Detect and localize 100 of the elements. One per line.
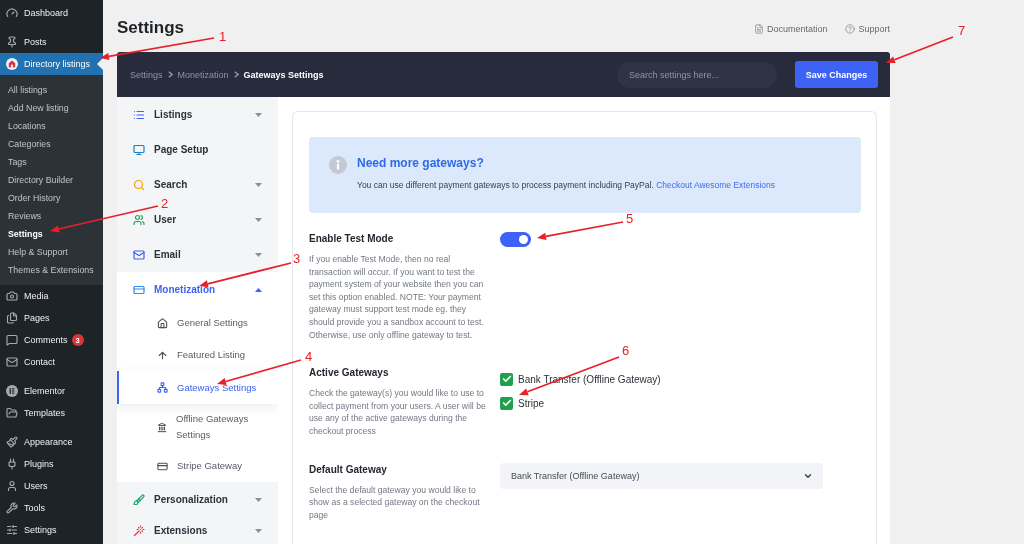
info-icon	[329, 156, 347, 174]
submenu-item[interactable]: Settings	[0, 225, 103, 243]
sliders-icon	[6, 524, 18, 536]
menu-item[interactable]: Dashboard	[0, 2, 103, 24]
annotation-number: 2	[161, 198, 169, 209]
speech-bubble-icon	[6, 334, 18, 346]
annotation-number: 4	[305, 351, 313, 362]
wand-icon	[133, 524, 145, 537]
wrench-icon	[6, 502, 18, 514]
check-icon	[501, 398, 512, 409]
user-icon	[6, 480, 18, 492]
search-icon	[133, 178, 145, 191]
field-label: Enable Test Mode	[309, 232, 395, 246]
nav-item[interactable]: User	[133, 212, 262, 227]
page-title: Settings	[117, 18, 185, 38]
notice-text: You can use different payment gateways to process payment including PayPal. Checkout Awesome Extensions	[357, 179, 776, 191]
extensions-link[interactable]: Checkout Awesome Extensions	[656, 180, 776, 190]
submenu-item[interactable]: All listings	[0, 81, 103, 99]
submenu-item[interactable]: Reviews	[0, 207, 103, 225]
field-description: Check the gateway(s) you would like to use to collect payment from your users. A user will be use any of the active gateways during the checkout process	[309, 387, 487, 438]
menu-item[interactable]: Contact	[0, 351, 103, 373]
network-icon	[157, 382, 168, 393]
pages-icon	[6, 312, 18, 324]
check-icon	[501, 374, 512, 385]
monitor-icon	[133, 143, 145, 156]
plug-icon	[6, 458, 18, 470]
envelope-icon	[133, 248, 145, 261]
annotation-number: 7	[958, 25, 966, 36]
nav-item[interactable]: Extensions	[133, 523, 262, 538]
nav-subitem[interactable]: General Settings	[117, 307, 278, 339]
breadcrumb-link[interactable]: Gateways Settings	[243, 69, 324, 80]
envelope-icon	[6, 356, 18, 368]
arrow-up-icon	[157, 349, 168, 361]
menu-item[interactable]: Plugins	[0, 453, 103, 475]
nav-item[interactable]: Monetization	[133, 282, 262, 297]
nav-subitem[interactable]: Stripe Gateway	[117, 450, 278, 482]
nav-subitem[interactable]: Featured Listing	[117, 339, 278, 371]
chevron-right-icon	[167, 71, 173, 78]
field-label: Default Gateway	[309, 462, 388, 477]
nav-subitem[interactable]: Gateways Settings	[117, 371, 278, 404]
breadcrumb-link[interactable]: Monetization	[177, 69, 229, 80]
bank-icon	[157, 421, 167, 433]
menu-item[interactable]: Elementor	[0, 380, 103, 402]
gauge-icon	[6, 7, 18, 19]
document-icon	[753, 24, 764, 34]
save-button[interactable]: Save Changes	[795, 61, 878, 88]
header-link[interactable]: Support	[845, 24, 890, 34]
folder-icon	[6, 407, 18, 419]
submenu-item[interactable]: Categories	[0, 135, 103, 153]
submenu-item[interactable]: Directory Builder	[0, 171, 103, 189]
camera-icon	[6, 290, 18, 302]
checkbox[interactable]	[500, 372, 513, 386]
nav-subitem[interactable]: Offline Gateways Settings	[117, 404, 278, 450]
nav-item[interactable]: Email	[133, 247, 262, 262]
notice-title: Need more gateways?	[357, 156, 485, 170]
menu-item[interactable]: Users	[0, 475, 103, 497]
paintbrush-icon	[6, 436, 18, 448]
house-disc-icon	[6, 58, 18, 70]
users-icon	[133, 213, 145, 226]
annotation-number: 5	[626, 213, 634, 224]
submenu-item[interactable]: Help & Support	[0, 243, 103, 261]
field-description: Select the default gateway you would like to show as a selected gateway on the checkout page	[309, 483, 481, 522]
annotation-number: 6	[622, 345, 630, 356]
circle-bars-icon	[6, 385, 18, 397]
help-icon	[845, 24, 856, 34]
menu-item[interactable]: Appearance	[0, 431, 103, 453]
menu-item[interactable]: Templates	[0, 402, 103, 424]
menu-item[interactable]: Tools	[0, 497, 103, 519]
checkbox[interactable]	[500, 396, 513, 410]
menu-item[interactable]: Settings	[0, 519, 103, 541]
header-link[interactable]: Documentation	[753, 24, 828, 34]
menu-item[interactable]: Directory listings	[0, 53, 103, 75]
option-label: Stripe	[518, 397, 545, 409]
submenu-item[interactable]: Locations	[0, 117, 103, 135]
nav-item[interactable]: Search	[133, 177, 262, 192]
dropdown-select[interactable]: Bank Transfer (Offline Gateway)	[500, 462, 823, 489]
submenu-item[interactable]: Tags	[0, 153, 103, 171]
credit-card-icon	[133, 283, 145, 296]
menu-item[interactable]: Posts	[0, 31, 103, 53]
pushpin-icon	[6, 36, 18, 48]
annotation-number: 3	[293, 253, 301, 264]
pointer-icon	[97, 58, 103, 70]
submenu-item[interactable]: Add New listing	[0, 99, 103, 117]
brush-icon	[133, 493, 145, 506]
field-description: If you enable Test Mode, then no real transaction will occur. If you want to test the payment system of your website then you can set this option enabled. NOTE: Your payment gateway must support test mode eg. they should provide you a sandbox account to test. Otherwise, use only offline gateway to test.	[309, 253, 485, 342]
chevron-right-icon	[233, 71, 239, 78]
menu-item[interactable]: Media	[0, 285, 103, 307]
menu-item[interactable]: Pages	[0, 307, 103, 329]
list-icon	[133, 108, 145, 121]
card-icon	[157, 460, 168, 472]
submenu-item[interactable]: Order History	[0, 189, 103, 207]
search-field[interactable]: Search settings here...	[617, 61, 777, 88]
nav-item[interactable]: Page Setup	[133, 142, 262, 157]
submenu-item[interactable]: Themes & Extensions	[0, 261, 103, 279]
field-label: Active Gateways	[309, 366, 390, 381]
breadcrumb-link[interactable]: Settings	[130, 69, 163, 80]
annotation-number: 1	[219, 31, 227, 42]
toggle-switch[interactable]	[500, 232, 531, 247]
nav-item[interactable]: Listings	[133, 107, 262, 122]
nav-item[interactable]: Personalization	[133, 492, 262, 507]
